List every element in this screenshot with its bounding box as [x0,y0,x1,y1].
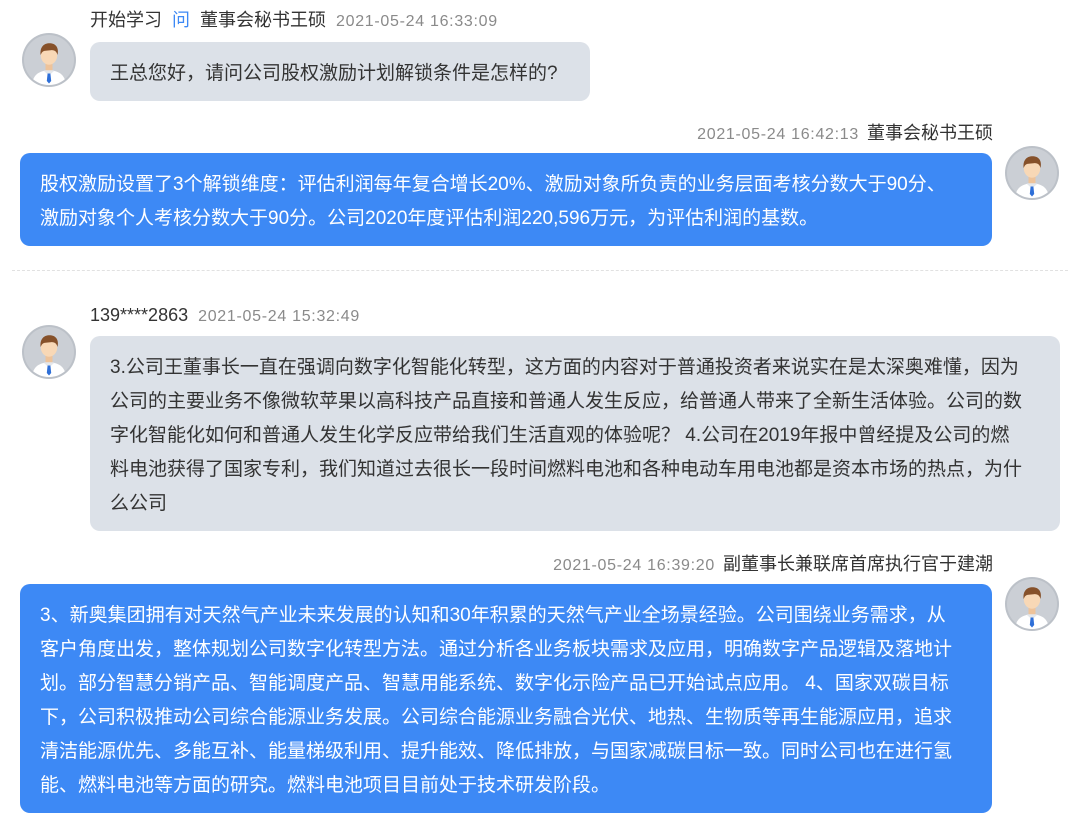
qa-list: 开始学习 问 董事会秘书王硕 2021-05-24 16:33:09 王总您好，… [0,0,1080,816]
answer-header: 2021-05-24 16:42:13 董事会秘书王硕 [697,121,993,145]
question-bubble: 王总您好，请问公司股权激励计划解锁条件是怎样的? [90,42,590,101]
responder-avatar [1005,577,1059,631]
user-avatar-icon [1005,146,1059,200]
asker-avatar [22,33,76,87]
question-header: 139****2863 2021-05-24 15:32:49 [90,303,360,327]
answer-bubble: 股权激励设置了3个解锁维度：评估利润每年复合增长20%、激励对象所负责的业务层面… [20,153,992,246]
asker-name: 139****2863 [90,305,189,325]
answer-header: 2021-05-24 16:39:20 副董事长兼联席首席执行官于建潮 [553,552,993,576]
addressee-name: 董事会秘书王硕 [200,10,326,30]
user-avatar-icon [22,325,76,379]
answer-bubble: 3、新奥集团拥有对天然气产业未来发展的认知和30年积累的天然气产业全场景经验。公… [20,584,992,813]
question-header: 开始学习 问 董事会秘书王硕 2021-05-24 16:33:09 [90,8,498,32]
answer-timestamp: 2021-05-24 16:42:13 [697,126,859,143]
question-text: 王总您好，请问公司股权激励计划解锁条件是怎样的? [110,63,558,84]
question-timestamp: 2021-05-24 15:32:49 [198,308,360,325]
responder-avatar [1005,146,1059,200]
answer-text: 3、新奥集团拥有对天然气产业未来发展的认知和30年积累的天然气产业全场景经验。公… [40,605,953,796]
answer-timestamp: 2021-05-24 16:39:20 [553,557,715,574]
user-avatar-icon [22,33,76,87]
asker-avatar [22,325,76,379]
responder-name: 副董事长兼联席首席执行官于建潮 [723,554,993,574]
question-text: 3.公司王董事长一直在强调向数字化智能化转型，这方面的内容对于普通投资者来说实在… [110,357,1023,514]
user-avatar-icon [1005,577,1059,631]
question-timestamp: 2021-05-24 16:33:09 [336,13,498,30]
responder-name: 董事会秘书王硕 [867,123,993,143]
ask-verb: 问 [172,10,190,30]
answer-text: 股权激励设置了3个解锁维度：评估利润每年复合增长20%、激励对象所负责的业务层面… [40,174,946,229]
asker-name: 开始学习 [90,10,162,30]
thread-divider [12,270,1068,271]
question-bubble: 3.公司王董事长一直在强调向数字化智能化转型，这方面的内容对于普通投资者来说实在… [90,336,1060,531]
